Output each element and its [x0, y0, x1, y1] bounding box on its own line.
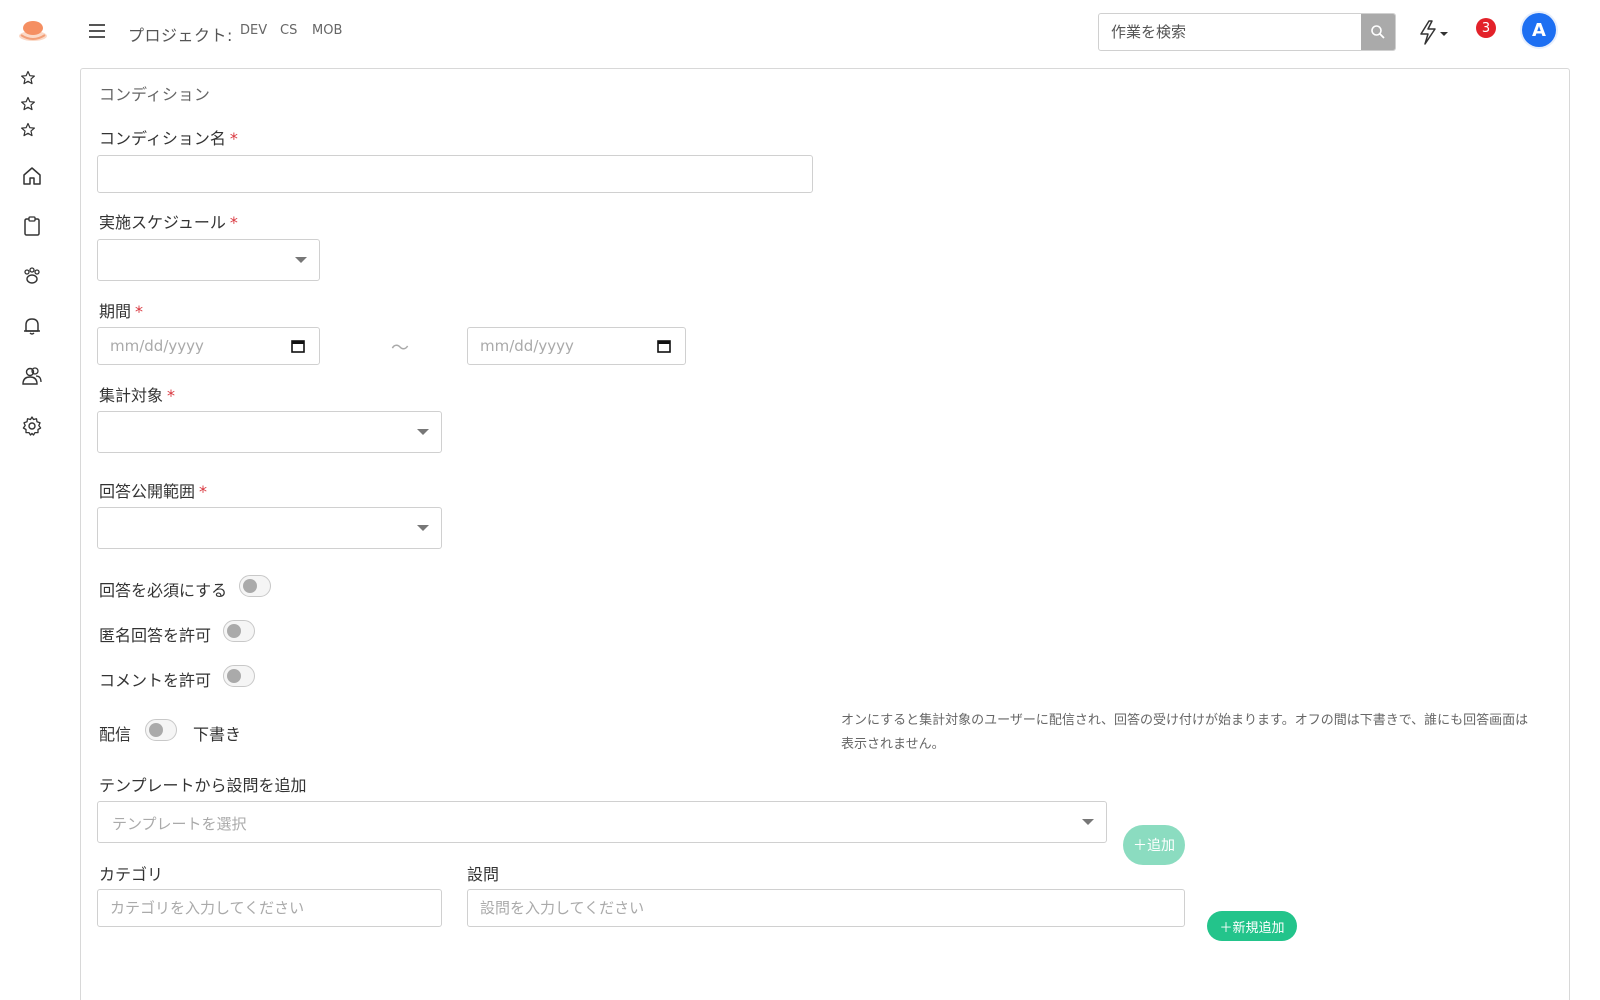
scope-label: 回答公開範囲 *: [99, 478, 207, 502]
allow-anonymous-toggle[interactable]: [223, 620, 255, 642]
period-end-placeholder: mm/dd/yyyy: [480, 337, 574, 355]
template-select-placeholder: テンプレートを選択: [112, 815, 247, 833]
category-label: カテゴリ: [99, 865, 164, 884]
target-label-text: 集計対象: [99, 386, 164, 405]
chevron-down-icon: [1082, 819, 1094, 825]
scope-label-text: 回答公開範囲: [99, 482, 196, 501]
period-start-placeholder: mm/dd/yyyy: [110, 337, 204, 355]
question-input[interactable]: [467, 889, 1185, 927]
condition-name-label: コンディション名 *: [99, 125, 238, 149]
search-input[interactable]: [1099, 14, 1361, 50]
user-avatar[interactable]: A: [1522, 13, 1556, 47]
favorite-star-icon-3[interactable]: [18, 120, 38, 140]
home-icon[interactable]: [20, 164, 44, 188]
require-answer-toggle[interactable]: [239, 575, 271, 597]
left-sidebar: ?: [0, 64, 64, 1000]
toggle-knob: [227, 669, 241, 683]
required-mark: *: [229, 129, 238, 148]
chevron-down-icon: [417, 525, 429, 531]
bell-icon[interactable]: [20, 314, 44, 338]
search-button[interactable]: [1361, 14, 1395, 50]
search-box: [1098, 13, 1396, 51]
delivery-off-label: 下書き: [193, 725, 242, 744]
period-separator: ～: [391, 338, 409, 359]
required-mark: *: [135, 302, 144, 321]
scope-select[interactable]: [97, 507, 442, 549]
toggle-knob: [243, 579, 257, 593]
template-label: テンプレートから設問を追加: [99, 776, 307, 795]
schedule-label: 実施スケジュール *: [99, 209, 238, 233]
toggle-knob: [149, 723, 163, 737]
search-icon: [1371, 25, 1385, 39]
chevron-down-icon: [417, 429, 429, 435]
gear-icon[interactable]: [20, 414, 44, 438]
delivery-toggle[interactable]: [145, 719, 177, 741]
required-mark: *: [199, 482, 208, 501]
project-link-cs[interactable]: CS: [280, 23, 297, 38]
period-end-date-input[interactable]: mm/dd/yyyy: [467, 327, 686, 365]
clipboard-icon[interactable]: [20, 214, 44, 238]
project-label: プロジェクト:: [128, 26, 233, 45]
template-select[interactable]: テンプレートを選択: [97, 801, 1107, 843]
target-label: 集計対象 *: [99, 382, 175, 406]
delivery-on-label: 配信: [99, 725, 132, 744]
period-start-date-input[interactable]: mm/dd/yyyy: [97, 327, 320, 365]
category-input[interactable]: [97, 889, 442, 927]
question-label: 設問: [467, 865, 500, 884]
toggle-knob: [227, 624, 241, 638]
period-label-text: 期間: [99, 302, 132, 321]
schedule-select[interactable]: [97, 239, 320, 281]
app-logo-icon[interactable]: [18, 19, 48, 45]
favorite-star-icon-1[interactable]: [18, 68, 38, 88]
card-title: コンディション: [99, 85, 210, 104]
allow-comment-toggle[interactable]: [223, 665, 255, 687]
target-select[interactable]: [97, 411, 442, 453]
add-new-question-button[interactable]: ＋新規追加: [1207, 911, 1297, 941]
chevron-down-icon: [295, 257, 307, 263]
condition-name-input[interactable]: [97, 155, 813, 193]
schedule-label-text: 実施スケジュール: [99, 213, 226, 232]
condition-form-card: コンディション コンディション名 * 実施スケジュール * 期間 * mm/dd/yy…: [80, 68, 1570, 1000]
favorite-star-icon-2[interactable]: [18, 94, 38, 114]
paw-icon[interactable]: [20, 264, 44, 288]
hamburger-icon[interactable]: [86, 20, 108, 42]
add-template-button[interactable]: ＋追加: [1123, 825, 1185, 865]
condition-name-label-text: コンディション名: [99, 129, 226, 148]
calendar-icon[interactable]: [291, 339, 305, 353]
delivery-help-text: オンにすると集計対象のユーザーに配信され、回答の受け付けが始まります。オフの間は…: [841, 713, 1529, 752]
notification-badge[interactable]: 3: [1476, 18, 1496, 38]
allow-comment-label: コメントを許可: [99, 671, 212, 690]
period-label: 期間 *: [99, 298, 143, 322]
require-answer-label: 回答を必須にする: [99, 581, 228, 600]
calendar-icon[interactable]: [657, 339, 671, 353]
required-mark: *: [167, 386, 176, 405]
users-icon[interactable]: [20, 364, 44, 388]
required-mark: *: [229, 213, 238, 232]
project-link-mob[interactable]: MOB: [312, 23, 342, 38]
allow-anonymous-label: 匿名回答を許可: [99, 626, 212, 645]
project-link-dev[interactable]: DEV: [240, 23, 267, 38]
quick-action-bolt-icon[interactable]: [1416, 18, 1452, 46]
top-bar: プロジェクト: DEV CS MOB 3 A: [0, 0, 1600, 64]
